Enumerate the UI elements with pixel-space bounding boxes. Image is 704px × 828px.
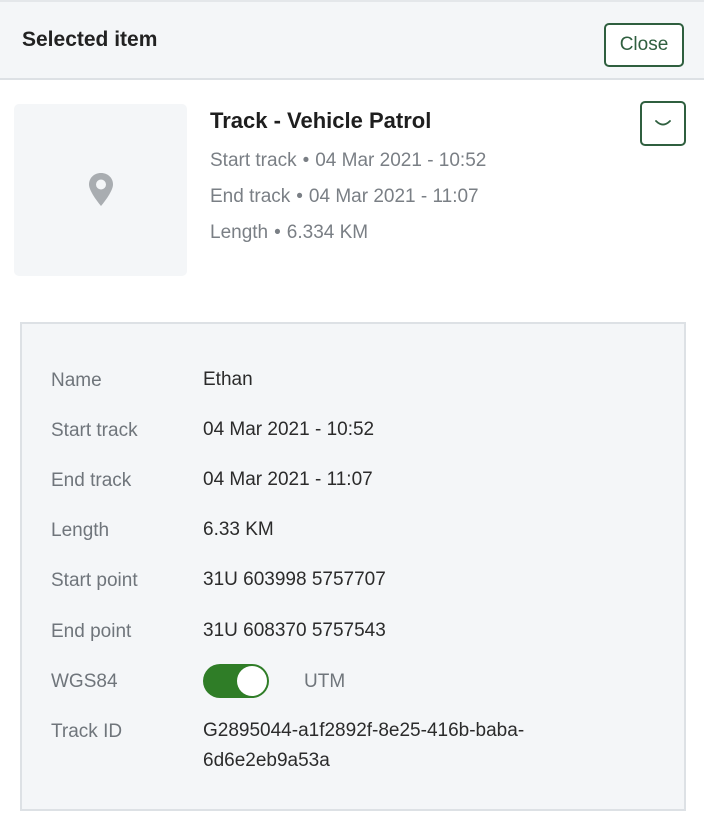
- detail-label: Name: [51, 370, 102, 391]
- chevron-down-icon: [655, 119, 671, 125]
- expand-details-button[interactable]: [640, 101, 686, 146]
- detail-value: Ethan: [203, 369, 253, 390]
- summary-start-value: 04 Mar 2021 - 10:52: [315, 150, 487, 171]
- summary-length-value: 6.334 KM: [286, 222, 369, 243]
- summary-end-track: End track • 04 Mar 2021 - 11:07: [210, 186, 479, 208]
- track-thumbnail: [14, 104, 187, 276]
- detail-value: 04 Mar 2021 - 11:07: [203, 469, 373, 490]
- summary-length: Length • 6.334 KM: [210, 222, 368, 244]
- detail-value: 31U 603998 5757707: [203, 569, 386, 590]
- summary-end-value: 04 Mar 2021 - 11:07: [308, 186, 479, 207]
- panel-title: Selected item: [22, 28, 158, 51]
- map-pin-icon: [88, 173, 113, 206]
- track-title: Track - Vehicle Patrol: [210, 108, 432, 133]
- detail-label: Start point: [51, 570, 138, 591]
- summary-start-track: Start track • 04 Mar 2021 - 10:52: [210, 150, 486, 172]
- separator-dot: •: [296, 186, 303, 207]
- detail-value: 6.33 KM: [203, 519, 274, 540]
- detail-label: End point: [51, 621, 132, 642]
- separator-dot: •: [274, 222, 281, 243]
- detail-label: End track: [51, 470, 132, 491]
- summary-start-label: Start track: [210, 150, 297, 171]
- coord-format-wgs84-label: WGS84: [51, 671, 118, 692]
- toggle-knob: [237, 666, 267, 696]
- detail-label: Length: [51, 520, 110, 541]
- detail-label: Start track: [51, 420, 138, 441]
- summary-end-label: End track: [210, 186, 291, 207]
- detail-value: G2895044-a1f2892f-8e25-416b-baba-6d6e2eb…: [203, 720, 525, 771]
- detail-value: 04 Mar 2021 - 10:52: [203, 419, 375, 440]
- summary-length-label: Length: [210, 222, 269, 243]
- track-details-box: Name Ethan Start track 04 Mar 2021 - 10:…: [20, 322, 686, 811]
- detail-value: 31U 608370 5757543: [203, 620, 386, 641]
- panel-header: Selected item Close: [0, 0, 704, 80]
- selected-item-panel: Selected item Close Track - Vehicle Patr…: [0, 0, 704, 828]
- detail-label: Track ID: [51, 721, 123, 742]
- coordinate-format-toggle[interactable]: [203, 664, 269, 698]
- coord-format-utm-label: UTM: [304, 671, 346, 692]
- separator-dot: •: [302, 150, 310, 171]
- close-button[interactable]: Close: [604, 23, 684, 67]
